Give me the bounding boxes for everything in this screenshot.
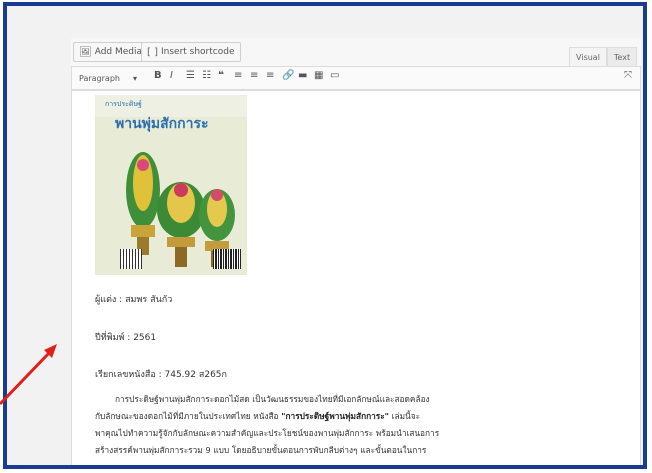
paragraph-line-2-prefix: กับลักษณะของดอกไม้ที่มีภายในประเทศไทย หน…	[95, 411, 282, 421]
align-left-icon[interactable]: ≡	[234, 70, 242, 81]
insert-shortcode-button[interactable]: [ ] Insert shortcode	[141, 42, 241, 62]
chevron-down-icon: ▾	[132, 74, 137, 83]
paragraph-line-2-suffix: เล่มนี้จะ	[389, 411, 421, 421]
align-right-icon[interactable]: ≡	[266, 70, 274, 81]
blockquote-icon[interactable]: ❝	[218, 70, 224, 81]
isbn-barcode-small	[120, 249, 142, 269]
link-icon[interactable]: 🔗	[282, 70, 294, 81]
year-line: ปีที่พิมพ์ : 2561	[95, 333, 157, 343]
author-line: ผู้แต่ง : สมพร สันกัว	[95, 295, 173, 305]
book-cover-image: การประดิษฐ์ พานพุ่มสักการะ	[95, 95, 247, 275]
toolbar-toggle-icon[interactable]: ▭	[330, 70, 339, 81]
book-title-bold: "การประดิษฐ์พานพุ่มสักการะ"	[281, 411, 390, 421]
add-media-label: Add Media	[94, 47, 143, 57]
fullscreen-icon[interactable]: ⤧	[624, 70, 632, 81]
editor-topbar: 🖼 Add Media [ ] Insert shortcode Visual …	[71, 38, 641, 66]
paragraph-line-4: สร้างสรรค์พานพุ่มสักการะรวม 9 แบบ โดยอธิ…	[95, 445, 427, 455]
media-icon: 🖼	[79, 46, 92, 58]
flower-arrangements-illustration	[126, 152, 235, 267]
paragraph-line-2: กับลักษณะของดอกไม้ที่มีภายในประเทศไทย หน…	[95, 408, 535, 425]
paragraph-select-label: Paragraph	[79, 74, 120, 83]
numbered-list-icon[interactable]: ☷	[202, 70, 211, 81]
italic-icon[interactable]: I	[170, 70, 173, 81]
align-center-icon[interactable]: ≡	[250, 70, 258, 81]
add-media-button[interactable]: 🖼 Add Media	[73, 42, 149, 62]
read-more-icon[interactable]: ▬	[298, 70, 307, 81]
table-icon[interactable]: ▦	[314, 70, 323, 81]
screenshot-frame: 🖼 Add Media [ ] Insert shortcode Visual …	[3, 2, 647, 469]
bold-icon[interactable]: B	[154, 70, 162, 81]
insert-shortcode-label: Insert shortcode	[160, 47, 235, 57]
post-editor: 🖼 Add Media [ ] Insert shortcode Visual …	[71, 38, 641, 465]
editor-content[interactable]: การประดิษฐ์ พานพุ่มสักการะ ผู้แต่ง: สมพ…	[71, 90, 641, 465]
isbn-barcode	[213, 249, 241, 269]
bullet-list-icon[interactable]: ☰	[186, 70, 195, 81]
format-toolbar: Paragraph ▾ B I ☰ ☷ ❝ ≡ ≡ ≡ 🔗 ▬ ▦ ▭ ⤧	[71, 66, 641, 90]
call-number-line: เรียกเลขหนังสือ : 745.92 ส265ก	[95, 370, 227, 380]
tab-visual[interactable]: Visual	[569, 47, 607, 66]
paragraph-line-3: พาคุณไปทำความรู้จักกับลักษณะความสำคัญและ…	[95, 428, 440, 438]
paragraph-select[interactable]: Paragraph ▾	[76, 71, 140, 86]
shortcode-icon: [ ]	[147, 46, 158, 58]
paragraph-line-1: การประดิษฐ์พานพุ่มสักการะดอกไม้สด เป็นวั…	[115, 394, 430, 404]
tab-text[interactable]: Text	[607, 47, 637, 66]
description-paragraph: การประดิษฐ์พานพุ่มสักการะดอกไม้สด เป็นวั…	[95, 391, 535, 459]
